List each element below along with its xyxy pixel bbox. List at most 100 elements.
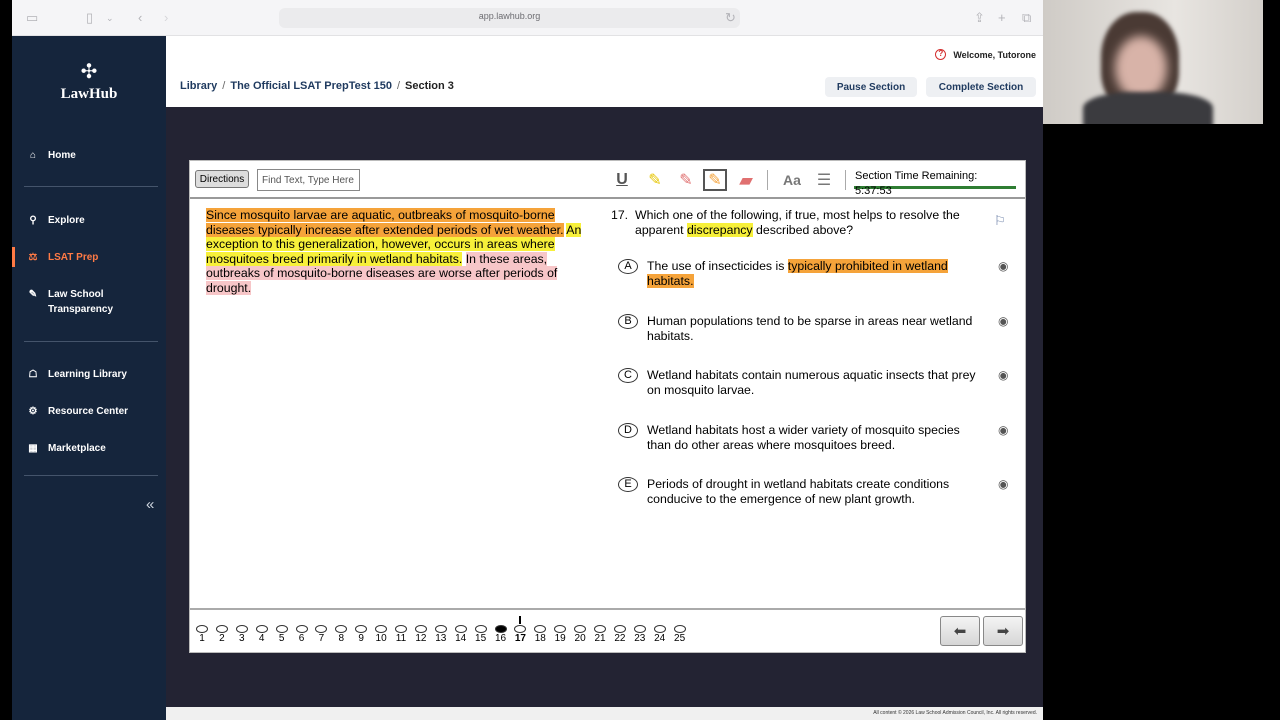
app-window: ▭ ▯ ⌄ ‹ › ⛉ ▤ app.lawhub.org ↻ ⇪ + ⧉ ✣ L… — [12, 0, 1043, 720]
question-bubble-number: 19 — [554, 633, 566, 644]
share-icon[interactable]: ⇪ — [974, 10, 985, 26]
previous-question-button[interactable]: ⬅ — [940, 616, 980, 646]
question-bubble[interactable]: 18 — [530, 625, 550, 644]
question-bubble[interactable]: 20 — [570, 625, 590, 644]
question-bubble[interactable]: 4 — [252, 625, 272, 644]
highlighter-pink-icon[interactable]: ✎ — [674, 169, 698, 191]
answer-letter[interactable]: B — [618, 314, 638, 329]
line-spacing-icon[interactable]: ☰ — [812, 169, 836, 191]
sidebar-item-learning-library[interactable]: ☖ Learning Library — [12, 361, 166, 387]
question-bubble[interactable]: 21 — [590, 625, 610, 644]
eraser-icon[interactable]: ▰ — [734, 169, 758, 191]
sidebar-item-law-school-transparency[interactable]: ✎ Law School Transparency — [12, 287, 166, 321]
breadcrumb-library[interactable]: Library — [180, 80, 217, 92]
stimulus-passage[interactable]: Since mosquito larvae are aquatic, outbr… — [206, 208, 601, 295]
text-size-icon[interactable]: Aa — [780, 169, 804, 191]
sidebar-item-explore[interactable]: ⚲ Explore — [12, 207, 166, 233]
question-bubble[interactable]: 10 — [371, 625, 391, 644]
sidebar-item-label: LSAT Prep — [48, 251, 99, 263]
question-bubble-dot — [494, 625, 507, 633]
sidebar-item-resource-center[interactable]: ⚙ Resource Center — [12, 398, 166, 424]
learning-library-icon: ☖ — [28, 368, 38, 380]
question-bubble-dot — [454, 625, 467, 633]
question-bubble[interactable]: 7 — [311, 625, 331, 644]
question-bubble-dot — [594, 625, 606, 633]
question-bubble-dot — [554, 625, 567, 633]
passage-segment[interactable]: Since mosquito larvae are aquatic, outbr… — [206, 208, 564, 237]
question-bubble[interactable]: 16 — [491, 625, 511, 644]
answer-letter[interactable]: D — [618, 423, 638, 438]
answer-letter[interactable]: E — [618, 477, 638, 492]
question-bubble[interactable]: 8 — [331, 625, 351, 644]
flag-icon[interactable]: ⚐ — [994, 213, 1006, 229]
question-bubble[interactable]: 2 — [212, 625, 232, 644]
question-bubble[interactable]: 3 — [232, 625, 252, 644]
sidebar-item-marketplace[interactable]: ▦ Marketplace — [12, 435, 166, 461]
stem-highlight[interactable]: discrepancy — [686, 222, 753, 237]
collapse-sidebar-icon[interactable]: « — [146, 496, 154, 513]
question-bubble-dot — [295, 625, 308, 633]
new-tab-icon[interactable]: + — [998, 10, 1006, 26]
tabs-icon[interactable]: ⧉ — [1022, 10, 1031, 26]
answer-letter[interactable]: A — [618, 259, 638, 274]
highlighter-yellow-icon[interactable]: ✎ — [643, 169, 667, 191]
welcome-text[interactable]: Welcome, Tutorone — [953, 50, 1036, 60]
question-bubble[interactable]: 15 — [471, 625, 491, 644]
eye-icon[interactable]: ◉ — [998, 259, 1008, 274]
highlighter-orange-icon[interactable]: ✎ — [703, 169, 727, 191]
chevron-down-icon[interactable]: ⌄ — [106, 10, 114, 26]
question-bubble[interactable]: 23 — [630, 625, 650, 644]
question-bubble[interactable]: 22 — [610, 625, 630, 644]
question-bubble[interactable]: 11 — [391, 625, 411, 644]
answer-letter[interactable]: C — [618, 368, 638, 383]
sidebar-item-lsat-prep[interactable]: ⚖ LSAT Prep — [12, 244, 166, 270]
question-bubble[interactable]: 24 — [650, 625, 670, 644]
breadcrumb-separator: / — [222, 80, 226, 92]
eye-icon[interactable]: ◉ — [998, 368, 1008, 383]
sidebar-toggle-icon[interactable]: ▯ — [86, 10, 93, 26]
question-bubble[interactable]: 25 — [670, 625, 690, 644]
url-text: app.lawhub.org — [478, 11, 541, 21]
question-bubble[interactable]: 13 — [431, 625, 451, 644]
tab-overview-icon[interactable]: ▭ — [26, 10, 38, 26]
answer-choice-d[interactable]: D Wetland habitats host a wider variety … — [618, 423, 1018, 452]
question-bubble[interactable]: 17 — [510, 625, 530, 644]
next-question-button[interactable]: ➡ — [983, 616, 1023, 646]
find-text-input[interactable] — [257, 169, 360, 191]
eye-icon[interactable]: ◉ — [998, 423, 1008, 438]
eye-icon[interactable]: ◉ — [998, 477, 1008, 492]
pause-section-button[interactable]: Pause Section — [825, 77, 917, 97]
address-bar[interactable]: app.lawhub.org — [279, 8, 740, 28]
sidebar-item-label: Resource Center — [48, 405, 129, 417]
question-bubble[interactable]: 5 — [272, 625, 292, 644]
forward-icon[interactable]: › — [164, 10, 168, 26]
directions-button[interactable]: Directions — [195, 170, 249, 188]
breadcrumb-preptest[interactable]: The Official LSAT PrepTest 150 — [230, 80, 392, 92]
question-bubble-dot — [335, 625, 348, 633]
complete-section-button[interactable]: Complete Section — [926, 77, 1036, 97]
underline-icon[interactable]: U — [610, 169, 634, 191]
back-icon[interactable]: ‹ — [138, 10, 142, 26]
answer-choice-b[interactable]: B Human populations tend to be sparse in… — [618, 314, 1018, 343]
question-bubble-number: 2 — [219, 633, 225, 644]
question-bubble[interactable]: 9 — [351, 625, 371, 644]
question-stem: 17. Which one of the following, if true,… — [611, 208, 991, 237]
answer-choice-e[interactable]: E Periods of drought in wetland habitats… — [618, 477, 1018, 506]
question-bubble-dot — [275, 625, 288, 633]
sidebar-item-label: Marketplace — [48, 442, 106, 454]
question-bubble-number: 8 — [338, 633, 345, 644]
question-bubble[interactable]: 19 — [550, 625, 570, 644]
question-bubble[interactable]: 14 — [451, 625, 471, 644]
question-bubble[interactable]: 6 — [292, 625, 312, 644]
answer-choice-a[interactable]: A The use of insecticides is typically p… — [618, 259, 1018, 288]
question-bubble[interactable]: 1 — [192, 625, 212, 644]
eye-icon[interactable]: ◉ — [998, 314, 1008, 329]
question-bubble[interactable]: 12 — [411, 625, 431, 644]
answer-choice-c[interactable]: C Wetland habitats contain numerous aqua… — [618, 368, 1018, 397]
help-icon[interactable]: ? — [935, 49, 947, 60]
reload-icon[interactable]: ↻ — [725, 10, 736, 26]
question-bubble-dot — [514, 625, 527, 633]
answer-text: Wetland habitats contain numerous aquati… — [647, 368, 976, 397]
sidebar-item-home[interactable]: ⌂ Home — [12, 142, 166, 168]
lawhub-logo[interactable]: ✣ LawHub — [12, 62, 166, 103]
